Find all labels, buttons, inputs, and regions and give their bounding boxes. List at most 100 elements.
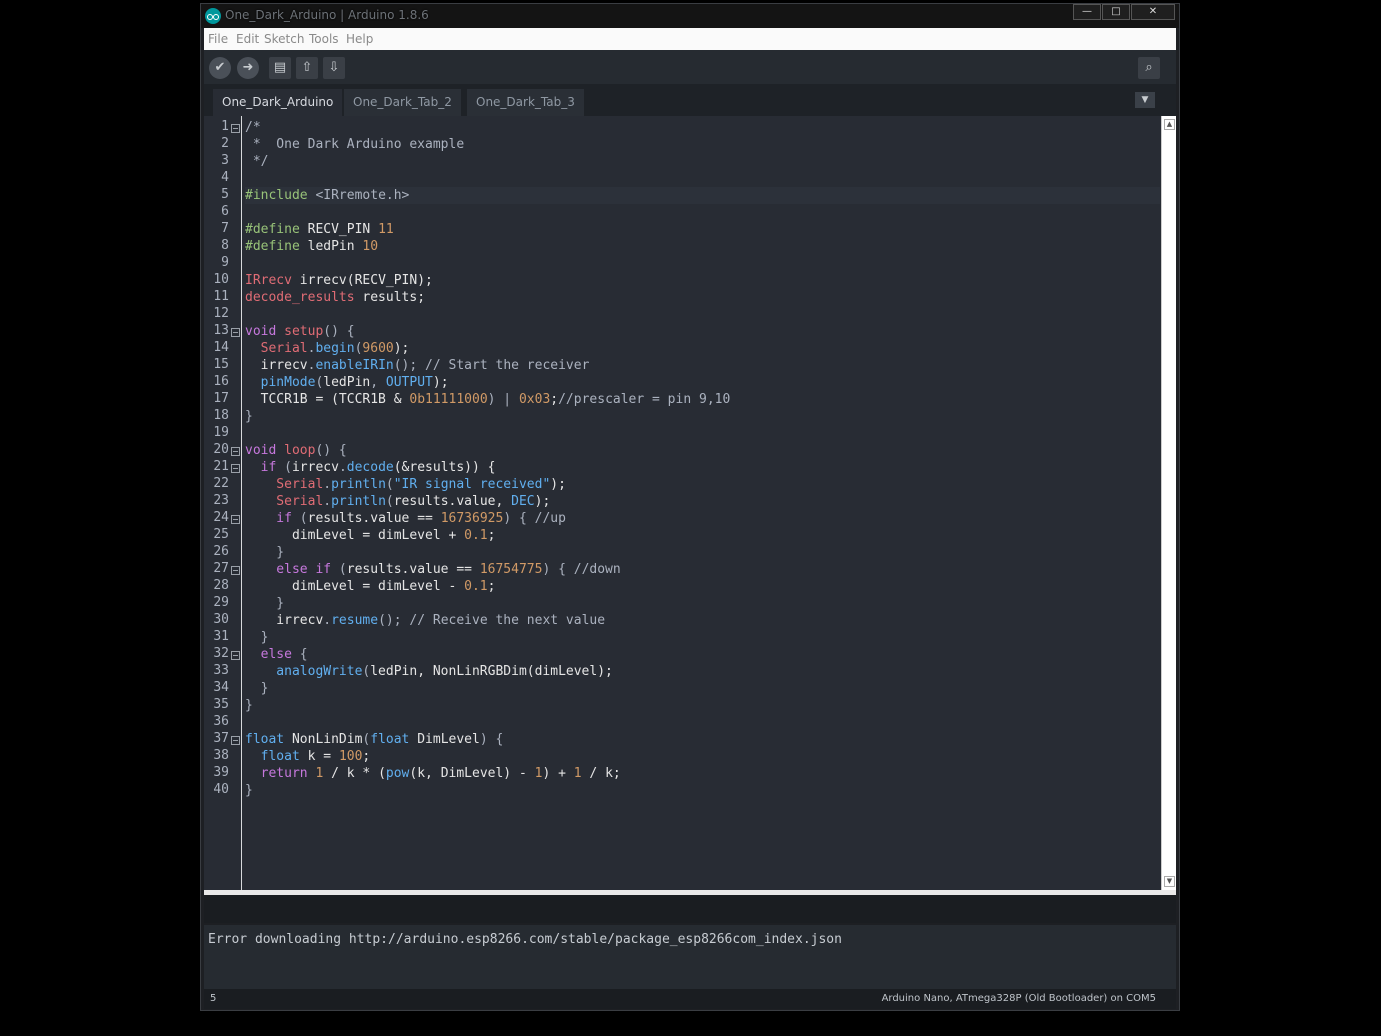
code-line[interactable]: dimLevel = dimLevel + 0.1; [245,527,496,544]
code-line[interactable]: else { [245,646,308,663]
status-bar: 5 Arduino Nano, ATmega328P (Old Bootload… [204,989,1176,1009]
code-line[interactable]: } [245,544,284,561]
maximize-button[interactable]: □ [1102,4,1130,20]
line-number: 10 [213,272,229,287]
code-token: . [338,460,347,475]
code-token: /* [245,120,261,135]
fold-toggle-icon[interactable] [231,736,240,745]
code-editor[interactable]: 1 2 3 4 5 6 7 8 9 10 11 12 13 14 15 16 17 18 19 20 21 22 23 24 2… [204,116,1176,890]
code-line[interactable]: } [245,782,253,799]
code-line[interactable]: #define ledPin 10 [245,238,378,255]
code-line[interactable]: #include <IRremote.h> [245,187,409,204]
code-token: TCCR1B = (TCCR1B & [245,392,410,407]
code-line[interactable]: IRrecv irrecv(RECV_PIN); [245,272,433,289]
code-line[interactable]: if (results.value == 16736925) { //up [245,510,566,527]
code-line[interactable]: void loop() { [245,442,347,459]
code-line[interactable]: irrecv.resume(); // Receive the next val… [245,612,605,629]
code-line[interactable]: dimLevel = dimLevel - 0.1; [245,578,496,595]
minimize-button[interactable]: — [1073,4,1101,20]
code-line[interactable]: } [245,680,269,697]
code-line[interactable]: * One Dark Arduino example [245,136,464,153]
code-token: / k; [589,766,621,781]
code-token: ) { [479,732,504,747]
line-number: 3 [221,153,229,168]
menu-tools[interactable]: Tools [309,32,339,46]
menu-help[interactable]: Help [346,32,373,46]
close-button[interactable]: ✕ [1131,4,1175,20]
tab-menu-button[interactable]: ▼ [1135,92,1155,108]
verify-button[interactable]: ✔ [209,57,231,79]
code-line[interactable]: } [245,408,253,425]
open-button[interactable]: ⇧ [296,57,318,79]
ide-window: One_Dark_Arduino | Arduino 1.8.6 — □ ✕ F… [200,3,1180,1011]
vertical-scrollbar[interactable]: ▲ ▼ [1161,116,1176,890]
code-token: void [245,443,285,458]
code-token: enableIRIn [315,358,394,373]
code-line[interactable]: analogWrite(ledPin, NonLinRGBDim(dimLeve… [245,663,613,680]
code-token: } [245,681,269,696]
code-line[interactable]: if (irrecv.decode(&results)) { [245,459,496,476]
new-sketch-button[interactable]: ▤ [269,57,291,79]
code-line[interactable]: else if (results.value == 16754775) { //… [245,561,620,578]
code-area[interactable]: /* * One Dark Arduino example */ #include… [245,116,1160,890]
board-info: Arduino Nano, ATmega328P (Old Bootloader… [881,993,1156,1004]
tab-one-dark-tab-2[interactable]: One_Dark_Tab_2 [344,89,461,116]
toolbar: ✔ ➜ ▤ ⇧ ⇩ ⌕ [204,50,1176,84]
line-number: 18 [213,408,229,423]
code-line[interactable]: Serial.begin(9600); [245,340,410,357]
code-line[interactable]: Serial.println("IR signal received"); [245,476,566,493]
code-line[interactable]: irrecv.enableIRIn(); // Start the receiv… [245,357,590,374]
fold-toggle-icon[interactable] [231,328,240,337]
code-line[interactable]: return 1 / k * (pow(k, DimLevel) - 1) + … [245,765,621,782]
code-token: results.value == [346,562,480,577]
code-line[interactable]: } [245,595,284,612]
serial-monitor-button[interactable]: ⌕ [1138,57,1160,79]
line-number: 19 [213,425,229,440]
code-line[interactable]: */ [245,153,269,170]
check-icon: ✔ [214,60,226,75]
title-bar[interactable]: One_Dark_Arduino | Arduino 1.8.6 — □ ✕ [201,4,1179,28]
code-line[interactable]: float k = 100; [245,748,371,765]
scroll-up-icon[interactable]: ▲ [1164,119,1175,130]
code-line[interactable]: } [245,629,269,646]
code-line[interactable]: } [245,697,253,714]
fold-toggle-icon[interactable] [231,464,240,473]
menu-edit[interactable]: Edit [236,32,259,46]
message-area [204,895,1176,923]
code-token: ledPin, NonLinRGBDim(dimLevel); [370,664,613,679]
code-line[interactable]: float NonLinDim(float DimLevel) { [245,731,503,748]
menu-file[interactable]: File [208,32,228,46]
code-token: ( [338,562,347,577]
code-line[interactable]: pinMode(ledPin, OUTPUT); [245,374,449,391]
code-token: void [245,324,285,339]
fold-toggle-icon[interactable] [231,566,240,575]
code-token: / k * ( [331,766,386,781]
line-number: 14 [213,340,229,355]
code-token: "IR signal received" [393,477,551,492]
code-line[interactable]: /* [245,119,261,136]
file-icon: ▤ [273,60,287,75]
upload-button[interactable]: ➜ [237,57,259,79]
fold-toggle-icon[interactable] [231,651,240,660]
tab-bar: One_Dark_Arduino One_Dark_Tab_2 One_Dark… [204,84,1176,116]
code-token: setup [284,324,324,339]
code-line[interactable]: decode_results results; [245,289,425,306]
code-token: ) { [503,511,535,526]
code-line[interactable]: TCCR1B = (TCCR1B & 0b11111000) | 0x03;//… [245,391,731,408]
fold-toggle-icon[interactable] [231,124,240,133]
line-number: 30 [213,612,229,627]
code-line[interactable]: Serial.println(results.value, DEC); [245,493,550,510]
menu-sketch[interactable]: Sketch [264,32,304,46]
fold-toggle-icon[interactable] [231,515,240,524]
code-line[interactable]: #define RECV_PIN 11 [245,221,394,238]
tab-one-dark-arduino[interactable]: One_Dark_Arduino [213,89,343,116]
scroll-down-icon[interactable]: ▼ [1164,876,1175,887]
code-token: else if [245,562,339,577]
save-button[interactable]: ⇩ [323,57,345,79]
code-token: // Receive the next value [409,613,606,628]
code-token: irrecv(RECV_PIN); [299,273,433,288]
code-token: begin [315,341,355,356]
code-line[interactable]: void setup() { [245,323,355,340]
tab-one-dark-tab-3[interactable]: One_Dark_Tab_3 [467,89,584,116]
fold-toggle-icon[interactable] [231,447,240,456]
